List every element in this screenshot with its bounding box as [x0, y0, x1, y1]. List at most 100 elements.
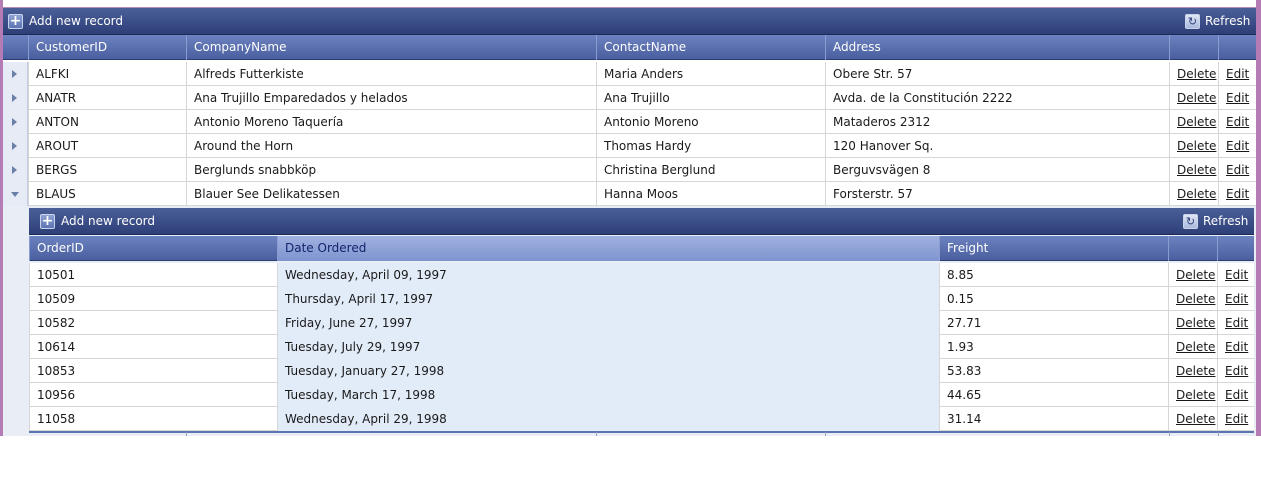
- delete-link[interactable]: Delete: [1177, 91, 1216, 105]
- delete-cell: Delete: [1168, 383, 1217, 407]
- edit-link[interactable]: Edit: [1226, 91, 1249, 105]
- edit-link[interactable]: Edit: [1225, 292, 1248, 306]
- edit-cell: Edit: [1217, 407, 1254, 431]
- edit-link[interactable]: Edit: [1226, 115, 1249, 129]
- delete-cell: Delete: [1168, 335, 1217, 359]
- row-expand-toggle[interactable]: [3, 134, 28, 158]
- edit-link[interactable]: Edit: [1225, 388, 1248, 402]
- master-header-contactname[interactable]: ContactName: [596, 35, 825, 60]
- column-divider: [825, 432, 826, 436]
- master-command-bar: + Add new record ↻ Refresh: [3, 8, 1256, 35]
- detail-cell-date: Friday, June 27, 1997: [277, 311, 939, 335]
- detail-cell-freight: 44.65: [939, 383, 1168, 407]
- delete-link[interactable]: Delete: [1176, 412, 1215, 426]
- edit-link[interactable]: Edit: [1226, 163, 1249, 177]
- edit-link[interactable]: Edit: [1226, 139, 1249, 153]
- detail-cell-date: Tuesday, January 27, 1998: [277, 359, 939, 383]
- edit-cell: Edit: [1218, 182, 1256, 206]
- edit-link[interactable]: Edit: [1225, 412, 1248, 426]
- delete-link[interactable]: Delete: [1176, 388, 1215, 402]
- edit-cell: Edit: [1218, 158, 1256, 182]
- delete-link[interactable]: Delete: [1177, 67, 1216, 81]
- row-expand-toggle[interactable]: [3, 110, 28, 134]
- detail-cell-order_id: 10853: [29, 359, 277, 383]
- edit-link[interactable]: Edit: [1226, 187, 1249, 201]
- detail-header-orderid[interactable]: OrderID: [29, 236, 277, 261]
- delete-link[interactable]: Delete: [1176, 364, 1215, 378]
- delete-link[interactable]: Delete: [1177, 115, 1216, 129]
- edit-cell: Edit: [1217, 287, 1254, 311]
- refresh-icon: ↻: [1183, 213, 1198, 229]
- delete-link[interactable]: Delete: [1176, 292, 1215, 306]
- plus-icon: +: [40, 212, 55, 229]
- detail-cell-freight: 1.93: [939, 335, 1168, 359]
- delete-cell: Delete: [1169, 158, 1218, 182]
- detail-cell-freight: 31.14: [939, 407, 1168, 431]
- delete-cell: Delete: [1169, 182, 1218, 206]
- collapse-arrow-icon: [11, 192, 19, 197]
- edit-link[interactable]: Edit: [1226, 67, 1249, 81]
- expand-arrow-icon: [12, 70, 17, 78]
- detail-refresh-label: Refresh: [1203, 214, 1249, 228]
- column-divider: [596, 432, 597, 436]
- master-header-indicator: [3, 35, 28, 60]
- delete-link[interactable]: Delete: [1177, 163, 1216, 177]
- detail-header-command-3: [1168, 236, 1217, 261]
- master-refresh-button[interactable]: ↻ Refresh: [1185, 8, 1250, 35]
- master-add-label: Add new record: [29, 14, 123, 28]
- master-add-new-record-button[interactable]: + Add new record: [8, 8, 123, 35]
- detail-header-command-4: [1217, 236, 1254, 261]
- master-header-companyname[interactable]: CompanyName: [186, 35, 596, 60]
- detail-header-freight[interactable]: Freight: [939, 236, 1168, 261]
- row-expand-toggle[interactable]: [3, 158, 28, 182]
- expand-arrow-icon: [12, 166, 17, 174]
- edit-cell: Edit: [1217, 359, 1254, 383]
- detail-cell-freight: 0.15: [939, 287, 1168, 311]
- master-cell-contact: Hanna Moos: [596, 182, 825, 206]
- master-cell-address: Mataderos 2312: [825, 110, 1169, 134]
- detail-header-date-ordered[interactable]: Date Ordered: [277, 236, 939, 261]
- expand-arrow-icon: [12, 142, 17, 150]
- master-cell-address: Berguvsvägen 8: [825, 158, 1169, 182]
- detail-cell-date: Wednesday, April 09, 1997: [277, 263, 939, 287]
- master-cell-id: ALFKI: [28, 62, 186, 86]
- edit-cell: Edit: [1218, 110, 1256, 134]
- edit-link[interactable]: Edit: [1225, 268, 1248, 282]
- delete-link[interactable]: Delete: [1177, 139, 1216, 153]
- delete-link[interactable]: Delete: [1176, 340, 1215, 354]
- delete-link[interactable]: Delete: [1176, 316, 1215, 330]
- detail-table-row: 10582 Friday, June 27, 1997 27.71 Delete Edi…: [29, 311, 1254, 335]
- detail-cell-order_id: 10509: [29, 287, 277, 311]
- detail-cell-order_id: 10956: [29, 383, 277, 407]
- master-header-customerid[interactable]: CustomerID: [28, 35, 186, 60]
- master-cell-id: BLAUS: [28, 182, 186, 206]
- master-cell-id: BERGS: [28, 158, 186, 182]
- master-header-address[interactable]: Address: [825, 35, 1169, 60]
- edit-link[interactable]: Edit: [1225, 364, 1248, 378]
- edit-link[interactable]: Edit: [1225, 340, 1248, 354]
- row-expand-toggle[interactable]: [3, 182, 28, 206]
- detail-table-row: 10509 Thursday, April 17, 1997 0.15 Delete E…: [29, 287, 1254, 311]
- column-divider: [1218, 432, 1219, 436]
- detail-refresh-button[interactable]: ↻ Refresh: [1183, 208, 1248, 235]
- master-cell-company: Antonio Moreno Taquería: [186, 110, 596, 134]
- master-table-row: ANATR Ana Trujillo Emparedados y helados A…: [28, 86, 1256, 110]
- edit-cell: Edit: [1218, 134, 1256, 158]
- master-header-row: CustomerID CompanyName ContactName Address: [28, 35, 1256, 60]
- row-expand-toggle[interactable]: [3, 62, 28, 86]
- edit-cell: Edit: [1217, 335, 1254, 359]
- delete-cell: Delete: [1168, 407, 1217, 431]
- detail-add-new-record-button[interactable]: + Add new record: [40, 208, 155, 235]
- delete-link[interactable]: Delete: [1176, 268, 1215, 282]
- edit-link[interactable]: Edit: [1225, 316, 1248, 330]
- master-cell-address: Forsterstr. 57: [825, 182, 1169, 206]
- master-cell-contact: Thomas Hardy: [596, 134, 825, 158]
- edit-cell: Edit: [1217, 263, 1254, 287]
- master-cell-id: ANATR: [28, 86, 186, 110]
- delete-cell: Delete: [1169, 134, 1218, 158]
- delete-link[interactable]: Delete: [1177, 187, 1216, 201]
- row-expand-toggle[interactable]: [3, 86, 28, 110]
- master-cell-id: ANTON: [28, 110, 186, 134]
- edit-cell: Edit: [1217, 311, 1254, 335]
- edit-cell: Edit: [1217, 383, 1254, 407]
